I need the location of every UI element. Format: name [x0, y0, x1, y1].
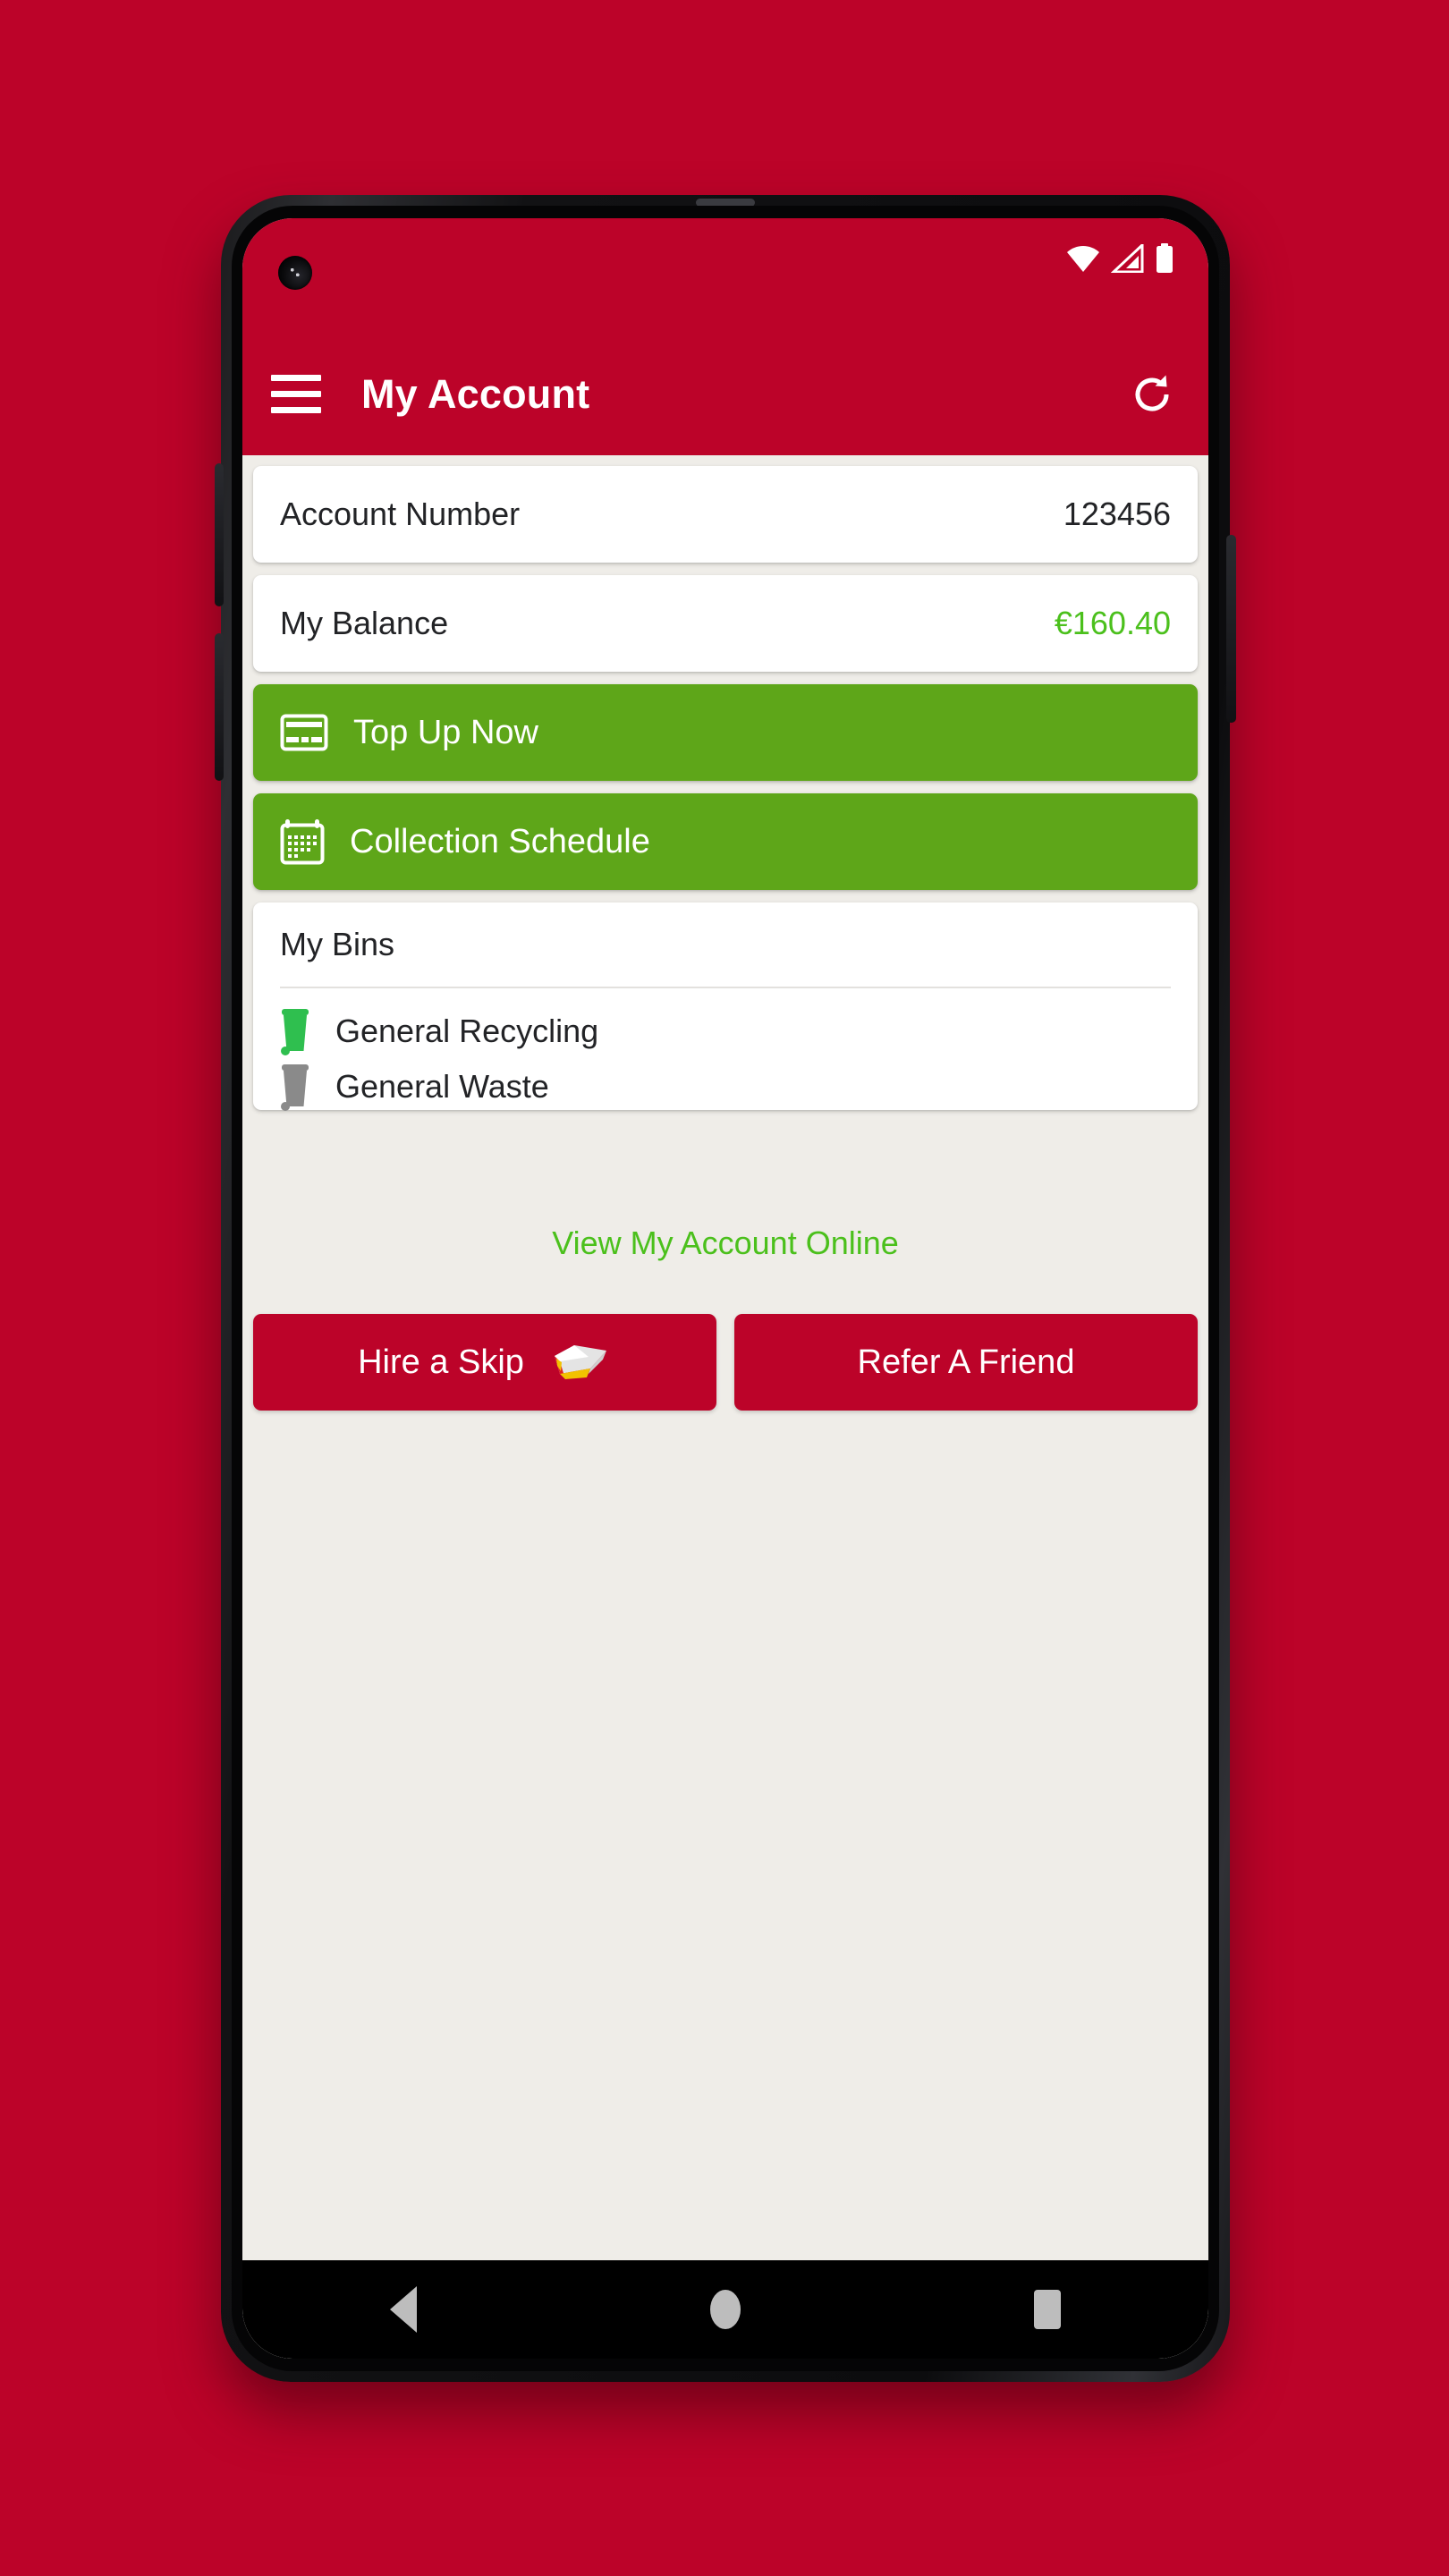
bin-label-recycling: General Recycling: [335, 1013, 599, 1049]
balance-value: €160.40: [1054, 605, 1171, 641]
hamburger-menu-icon[interactable]: [271, 371, 321, 418]
divider: [280, 987, 1171, 988]
volume-up-button[interactable]: [215, 463, 224, 606]
android-navigation-bar: [242, 2260, 1208, 2359]
refer-a-friend-label: Refer A Friend: [857, 1343, 1075, 1381]
wheelie-bin-grey-icon: [281, 1064, 309, 1111]
app-bar: My Account: [242, 333, 1208, 455]
status-bar: [242, 218, 1208, 333]
top-up-now-button[interactable]: Top Up Now: [253, 684, 1198, 781]
home-circle-icon: [710, 2290, 741, 2329]
page-title: My Account: [361, 370, 590, 417]
power-button[interactable]: [1226, 535, 1236, 723]
back-button[interactable]: [332, 2274, 475, 2345]
skip-container-icon: [554, 1345, 606, 1379]
balance-card[interactable]: My Balance €160.40: [253, 575, 1198, 672]
bin-label-waste: General Waste: [335, 1068, 549, 1105]
status-icons: [1065, 243, 1174, 274]
back-triangle-icon: [390, 2286, 417, 2333]
my-bins-title: My Bins: [280, 926, 395, 962]
recent-apps-button[interactable]: [976, 2274, 1119, 2345]
account-number-row: Account Number 123456: [253, 466, 1198, 563]
phone-frame: My Account Account Number 123456 My Bala…: [215, 195, 1236, 2382]
main-content: Account Number 123456 My Balance €160.40: [242, 455, 1208, 2359]
calendar-icon: [280, 819, 325, 865]
front-camera: [278, 256, 312, 290]
view-my-account-online-link[interactable]: View My Account Online: [242, 1224, 1208, 1262]
account-number-card[interactable]: Account Number 123456: [253, 466, 1198, 563]
balance-label: My Balance: [280, 605, 449, 641]
battery-full-icon: [1157, 243, 1173, 273]
recent-apps-square-icon: [1034, 2290, 1061, 2329]
hire-a-skip-button[interactable]: Hire a Skip: [253, 1314, 716, 1411]
cellular-signal-icon: [1111, 244, 1144, 273]
refer-a-friend-button[interactable]: Refer A Friend: [734, 1314, 1198, 1411]
wheelie-bin-green-icon: [281, 1009, 309, 1055]
wifi-icon: [1067, 246, 1099, 272]
hire-a-skip-label: Hire a Skip: [358, 1343, 524, 1381]
account-number-value: 123456: [1063, 496, 1171, 532]
collection-schedule-button[interactable]: Collection Schedule: [253, 793, 1198, 890]
top-up-now-label: Top Up Now: [353, 713, 538, 751]
balance-row: My Balance €160.40: [253, 575, 1198, 672]
my-bins-card: My Bins General Recycling General Waste: [253, 902, 1198, 1111]
home-button[interactable]: [654, 2274, 797, 2345]
account-number-label: Account Number: [280, 496, 521, 532]
credit-card-icon: [280, 714, 328, 751]
bin-list-item-recycling[interactable]: General Recycling: [280, 1004, 1171, 1058]
volume-down-button[interactable]: [215, 633, 224, 781]
bin-list-item-waste[interactable]: General Waste: [280, 1060, 1171, 1114]
collection-schedule-label: Collection Schedule: [350, 822, 650, 860]
refresh-icon[interactable]: [1126, 369, 1178, 420]
phone-screen: My Account Account Number 123456 My Bala…: [242, 218, 1208, 2359]
